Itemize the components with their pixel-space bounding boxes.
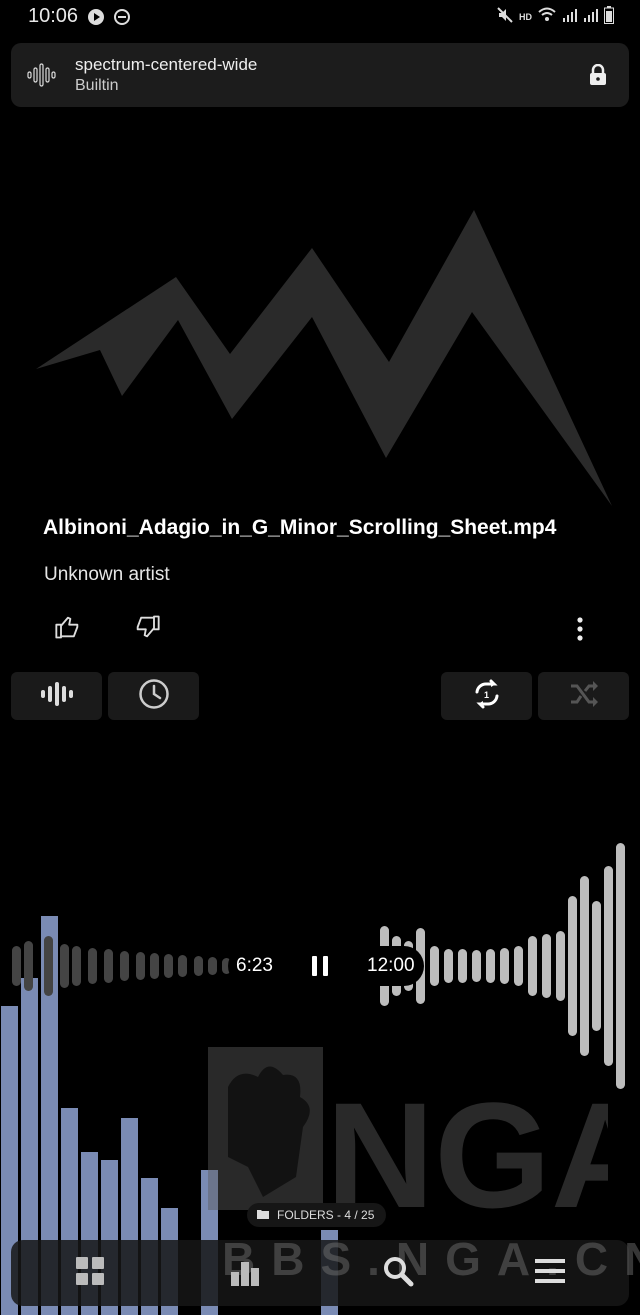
wave-bar [444, 949, 453, 983]
wave-bar [12, 946, 21, 986]
wave-bar [194, 956, 203, 976]
watermark-logo: NGA [208, 1047, 608, 1212]
track-title: Albinoni_Adagio_in_G_Minor_Scrolling_She… [43, 516, 557, 539]
waveform-icon [40, 681, 74, 711]
wifi-icon [537, 6, 557, 29]
wave-bar [72, 946, 81, 986]
folder-icon [257, 1208, 269, 1222]
preset-source: Builtin [75, 77, 119, 94]
wave-bar [136, 952, 145, 980]
wave-bar [472, 950, 481, 982]
wave-bar [24, 941, 33, 991]
thumbs-up-icon[interactable] [54, 613, 82, 646]
queue-chip[interactable]: FOLDERS - 4 / 25 [247, 1203, 387, 1227]
waveform-icon [27, 63, 59, 92]
play-notification-icon [87, 8, 105, 26]
nav-menu[interactable] [527, 1250, 573, 1296]
wave-bar [616, 843, 625, 1089]
wave-bar [542, 934, 551, 998]
repeat-button[interactable]: 1 [441, 672, 532, 720]
wave-bar [88, 948, 97, 984]
wave-bar [500, 948, 509, 984]
queue-label: FOLDERS - 4 / 25 [277, 1208, 375, 1222]
do-not-disturb-icon [113, 8, 131, 26]
wave-bar [514, 946, 523, 986]
watermark-text: BBS.NGA.CN [222, 1233, 640, 1285]
repeat-one-icon: 1 [471, 678, 503, 715]
wave-bar [592, 901, 601, 1031]
wave-bar [486, 949, 495, 983]
status-right: HD [496, 5, 614, 29]
nav-charts[interactable] [221, 1250, 267, 1296]
wave-bar [568, 896, 577, 1036]
hd-badge: HD [519, 12, 532, 22]
nav-library[interactable] [67, 1250, 113, 1296]
grid-icon [75, 1256, 105, 1291]
wave-bar [528, 936, 537, 996]
wave-bar [60, 944, 69, 988]
search-icon [382, 1255, 414, 1292]
svg-text:1: 1 [484, 690, 489, 700]
wave-bar [178, 955, 187, 977]
time-elapsed: 6:23 [236, 955, 273, 976]
wave-bar [164, 954, 173, 978]
wave-bar [604, 866, 613, 1066]
visualizer-button[interactable] [11, 672, 102, 720]
battery-icon [604, 5, 614, 29]
preset-bar[interactable]: spectrum-centered-wide Builtin [11, 43, 629, 107]
wave-bar [430, 946, 439, 986]
wave-bar [580, 876, 589, 1056]
signal-icon [562, 7, 578, 28]
status-time: 10:06 [28, 5, 79, 27]
wave-bar [150, 953, 159, 979]
status-bar: 10:06 HD [0, 0, 640, 34]
album-art [36, 210, 612, 506]
wave-bar [120, 951, 129, 981]
wave-bar [44, 936, 53, 996]
wave-bar [208, 957, 217, 975]
bar-chart-icon [227, 1256, 261, 1291]
time-total: 12:00 [367, 955, 415, 976]
wave-bar [458, 949, 467, 983]
wave-bar [104, 949, 113, 983]
menu-icon [534, 1257, 566, 1290]
watermark-logo-text: NGA [326, 1071, 608, 1212]
more-vertical-icon[interactable] [570, 616, 590, 647]
sleep-timer-button[interactable] [108, 672, 199, 720]
track-artist: Unknown artist [44, 564, 170, 585]
wave-bar [556, 931, 565, 1001]
preset-name: spectrum-centered-wide [75, 55, 258, 74]
nav-search[interactable] [375, 1250, 421, 1296]
clock-icon [138, 678, 170, 715]
thumbs-down-icon[interactable] [133, 613, 161, 646]
shuffle-icon [569, 680, 599, 713]
pause-icon[interactable] [306, 950, 334, 987]
lock-icon[interactable] [588, 63, 608, 91]
shuffle-button[interactable] [538, 672, 629, 720]
mute-icon [496, 6, 514, 29]
signal-icon [583, 7, 599, 28]
